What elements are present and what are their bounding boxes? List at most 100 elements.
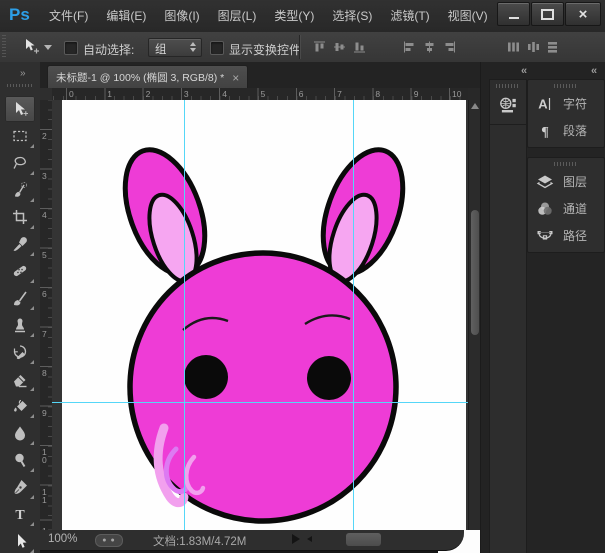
document-tab[interactable]: 未标题-1 @ 100% (椭圆 3, RGB/8) * × <box>47 65 248 89</box>
horizontal-guide[interactable] <box>52 402 468 403</box>
type-tool[interactable]: T <box>5 501 35 527</box>
auto-select-checkbox[interactable] <box>64 41 78 55</box>
icon-panel-gripper[interactable] <box>496 84 520 88</box>
status-options-button[interactable]: ● ● <box>95 534 123 547</box>
lasso-tool[interactable] <box>5 150 35 176</box>
quick-selection-tool[interactable] <box>5 177 35 203</box>
tool-flyout-icon[interactable] <box>30 252 34 256</box>
align-top-edges-icon <box>312 40 327 54</box>
tool-flyout-icon[interactable] <box>30 333 34 337</box>
lasso-tool-icon <box>11 154 29 172</box>
auto-select-target-dropdown[interactable]: 组 <box>148 38 202 57</box>
tool-flyout-icon[interactable] <box>30 468 34 472</box>
align-buttons-group-3 <box>506 40 561 54</box>
panel-tab-通道[interactable]: 通道 <box>528 195 604 222</box>
crop-tool[interactable] <box>5 204 35 230</box>
tool-flyout-icon[interactable] <box>30 360 34 364</box>
spot-healing-brush-tool[interactable] <box>5 258 35 284</box>
scroll-up-icon[interactable] <box>471 103 479 109</box>
tool-flyout-icon[interactable] <box>30 522 34 526</box>
menu-item-0[interactable]: 文件(F) <box>40 0 97 32</box>
zoom-level-field[interactable]: 100% <box>48 533 77 545</box>
panel-group-gripper[interactable] <box>554 162 578 166</box>
show-transform-checkbox[interactable] <box>210 41 224 55</box>
scroll-left-icon[interactable] <box>307 536 312 542</box>
tool-flyout-icon[interactable] <box>30 306 34 310</box>
vertical-guide[interactable] <box>184 100 185 530</box>
paint-bucket-tool[interactable] <box>5 393 35 419</box>
tool-flyout-icon[interactable] <box>30 414 34 418</box>
path-selection-tool[interactable] <box>5 528 35 553</box>
menu-item-1[interactable]: 编辑(E) <box>97 0 155 32</box>
tool-flyout-icon[interactable] <box>30 144 34 148</box>
icon-panel-divider <box>490 124 526 125</box>
blur-tool[interactable] <box>5 420 35 446</box>
document-area: 未标题-1 @ 100% (椭圆 3, RGB/8) * × 012345678… <box>40 62 480 553</box>
tool-flyout-icon[interactable] <box>30 549 34 553</box>
panel-tab-路径[interactable]: 路径 <box>528 222 604 249</box>
panel-tab-字符[interactable]: A字符 <box>528 90 604 117</box>
align-bottom-edges-button[interactable] <box>352 40 367 54</box>
panel-tab-label: 路径 <box>563 227 587 244</box>
3d-panel-button[interactable] <box>495 92 521 118</box>
collapse-tools-icon[interactable]: » <box>20 68 25 79</box>
menu-item-3[interactable]: 图层(L) <box>209 0 266 32</box>
align-left-edges-button[interactable] <box>402 40 417 54</box>
layers-panel-icon <box>536 173 554 191</box>
maximize-button[interactable] <box>531 2 564 26</box>
clone-stamp-tool[interactable] <box>5 312 35 338</box>
distribute-left-edges-button[interactable] <box>506 40 521 54</box>
minimize-button[interactable] <box>497 2 530 26</box>
panel-tab-段落[interactable]: ¶段落 <box>528 117 604 144</box>
collapse-panel-dock[interactable]: « <box>591 65 597 77</box>
menu-item-6[interactable]: 滤镜(T) <box>381 0 438 32</box>
distribute-left-edges-icon <box>506 40 521 54</box>
distribute-horizontal-centers-button[interactable] <box>526 40 541 54</box>
collapse-icon-dock[interactable]: « <box>521 65 527 77</box>
vertical-guide[interactable] <box>353 100 354 530</box>
tool-options-bar: 自动选择: 组 显示变换控件 <box>0 32 605 63</box>
tools-panel-gripper[interactable] <box>7 84 34 87</box>
align-bottom-edges-icon <box>352 40 367 54</box>
panel-group-gripper[interactable] <box>554 84 578 88</box>
brush-tool[interactable] <box>5 285 35 311</box>
3d-panel-icon <box>498 95 518 115</box>
align-vertical-centers-button[interactable] <box>332 40 347 54</box>
tool-preset-caret-icon[interactable] <box>44 45 52 50</box>
rectangular-marquee-tool[interactable] <box>5 123 35 149</box>
horizontal-scrollbar-thumb[interactable] <box>346 533 381 546</box>
move-tool-icon[interactable] <box>22 38 40 59</box>
tool-flyout-icon[interactable] <box>30 279 34 283</box>
tool-flyout-icon[interactable] <box>30 171 34 175</box>
panel-tab-图层[interactable]: 图层 <box>528 168 604 195</box>
photoshop-logo: Ps <box>9 5 30 25</box>
tool-flyout-icon[interactable] <box>30 495 34 499</box>
tool-flyout-icon[interactable] <box>30 225 34 229</box>
tool-flyout-icon[interactable] <box>30 441 34 445</box>
tool-flyout-icon[interactable] <box>30 198 34 202</box>
align-horizontal-centers-button[interactable] <box>422 40 437 54</box>
tool-flyout-icon[interactable] <box>30 387 34 391</box>
align-top-edges-button[interactable] <box>312 40 327 54</box>
align-right-edges-button[interactable] <box>442 40 457 54</box>
tab-close-icon[interactable]: × <box>232 73 239 83</box>
paths-panel-icon <box>536 227 554 245</box>
eyedropper-tool[interactable] <box>5 231 35 257</box>
eraser-tool[interactable] <box>5 366 35 392</box>
pen-tool[interactable] <box>5 474 35 500</box>
close-button[interactable]: × <box>565 2 601 26</box>
history-brush-tool[interactable] <box>5 339 35 365</box>
menu-item-4[interactable]: 类型(Y) <box>265 0 323 32</box>
canvas-viewport[interactable] <box>52 100 468 530</box>
status-flyout-icon[interactable] <box>292 534 300 544</box>
dodge-tool[interactable] <box>5 447 35 473</box>
menu-item-7[interactable]: 视图(V) <box>439 0 497 32</box>
vertical-scrollbar-thumb[interactable] <box>471 210 479 335</box>
distribute-right-edges-button[interactable] <box>546 40 561 54</box>
menu-item-2[interactable]: 图像(I) <box>155 0 208 32</box>
move-tool[interactable] <box>5 96 35 122</box>
options-bar-gripper[interactable] <box>2 35 6 59</box>
menu-item-5[interactable]: 选择(S) <box>323 0 381 32</box>
spot-healing-brush-tool-icon <box>11 262 29 280</box>
channels-panel-icon <box>536 200 554 218</box>
